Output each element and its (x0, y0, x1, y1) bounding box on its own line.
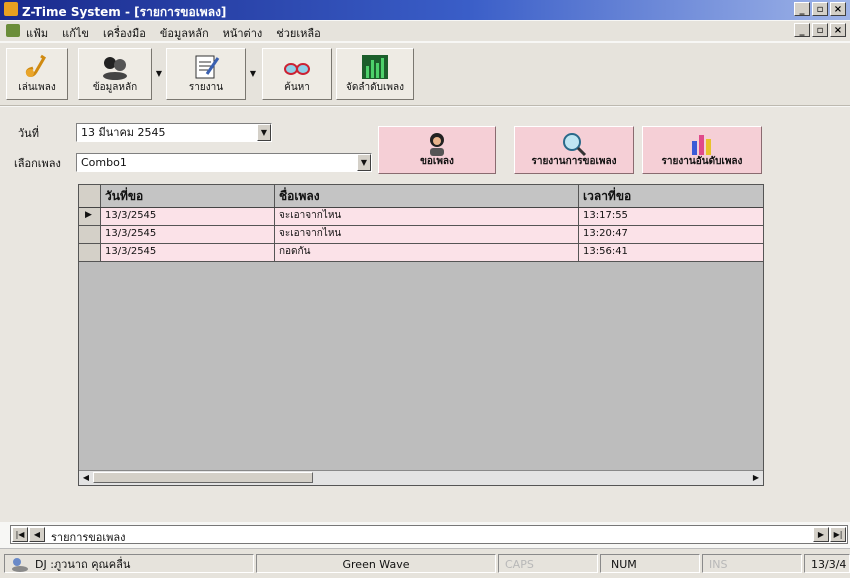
status-user-text: DJ :ภูวนาถ คุณคลื่น (35, 558, 131, 571)
document-icon[interactable] (6, 24, 20, 37)
scroll-right-icon[interactable]: ▶ (749, 471, 763, 484)
chevron-down-icon[interactable]: ▼ (357, 154, 371, 171)
status-bar: DJ :ภูวนาถ คุณคลื่น Green Wave CAPS NUM … (0, 548, 850, 578)
navigator-caption: รายการขอเพลง (51, 531, 126, 544)
maximize-button[interactable]: ▫ (812, 2, 828, 16)
song-ranking-button[interactable]: จัดลำดับเพลง (336, 48, 414, 100)
window-controls: _ ▫ × (794, 2, 846, 16)
status-num: NUM (600, 554, 700, 573)
report-label: รายงาน (188, 82, 224, 93)
glasses-icon (284, 63, 310, 75)
user-icon (12, 558, 28, 572)
search-label: ค้นหา (284, 82, 310, 93)
title-bar: Z-Time System - [รายการขอเพลง] _ ▫ × (0, 0, 850, 20)
report-icon (195, 55, 220, 79)
song-name-cell[interactable]: จะเอาจากไหน (275, 226, 579, 243)
request-grid[interactable]: วันที่ขอ ชื่อเพลง เวลาที่ขอ ▶ 13/3/2545 … (78, 184, 764, 486)
song-select-label: เลือกเพลง (14, 157, 61, 170)
header-indicator (79, 185, 101, 207)
request-time-cell[interactable]: 13:17:55 (579, 208, 763, 225)
mdi-controls: _ ▫ × (794, 23, 846, 37)
play-song-button[interactable]: เล่นเพลง (6, 48, 68, 100)
row-indicator (79, 244, 101, 261)
rank-report-label: รายงานอันดับเพลง (661, 156, 743, 167)
saxophone-icon (25, 54, 47, 77)
window-title: Z-Time System - [รายการขอเพลง] (22, 5, 227, 19)
request-song-label: ขอเพลง (420, 156, 454, 167)
request-date-cell[interactable]: 13/3/2545 (101, 226, 275, 243)
table-row[interactable]: 13/3/2545 กอดกัน 13:56:41 (79, 244, 763, 262)
play-song-label: เล่นเพลง (18, 82, 56, 93)
app-icon[interactable] (4, 2, 18, 16)
date-label: วันที่ (18, 127, 39, 140)
search-button[interactable]: ค้นหา (262, 48, 332, 100)
date-value: 13 มีนาคม 2545 (81, 126, 166, 139)
song-ranking-label: จัดลำดับเพลง (346, 82, 404, 93)
ranking-chart-icon (362, 55, 388, 79)
people-icon (103, 57, 127, 80)
row-indicator (79, 226, 101, 243)
request-report-label: รายงานการขอเพลง (531, 156, 617, 167)
status-ins: INS (702, 554, 802, 573)
current-row-indicator: ▶ (79, 208, 101, 225)
scrollbar-thumb[interactable] (93, 472, 313, 483)
table-row[interactable]: 13/3/2545 จะเอาจากไหน 13:20:47 (79, 226, 763, 244)
status-caps: CAPS (498, 554, 598, 573)
minimize-button[interactable]: _ (794, 2, 810, 16)
status-user: DJ :ภูวนาถ คุณคลื่น (4, 554, 254, 573)
chevron-down-icon[interactable]: ▼ (257, 124, 271, 141)
grid-header: วันที่ขอ ชื่อเพลง เวลาที่ขอ (79, 185, 763, 208)
column-header-request-time[interactable]: เวลาที่ขอ (579, 185, 763, 207)
menu-tools[interactable]: เครื่องมือ (103, 24, 146, 42)
record-navigator: |◀ ◀ รายการขอเพลง ▶ ▶| (10, 525, 848, 544)
song-name-cell[interactable]: จะเอาจากไหน (275, 208, 579, 225)
menu-edit[interactable]: แก้ไข (62, 24, 89, 42)
next-record-button[interactable]: ▶ (813, 527, 829, 542)
request-date-cell[interactable]: 13/3/2545 (101, 208, 275, 225)
request-time-cell[interactable]: 13:20:47 (579, 226, 763, 243)
rank-report-button[interactable]: รายงานอันดับเพลง (642, 126, 762, 174)
first-record-button[interactable]: |◀ (12, 527, 28, 542)
request-time-cell[interactable]: 13:56:41 (579, 244, 763, 261)
menu-file[interactable]: แฟ้ม (26, 24, 48, 42)
request-date-cell[interactable]: 13/3/2545 (101, 244, 275, 261)
scroll-left-icon[interactable]: ◀ (79, 471, 93, 484)
status-station: Green Wave (256, 554, 496, 573)
song-name-cell[interactable]: กอดกัน (275, 244, 579, 261)
menu-window[interactable]: หน้าต่าง (223, 24, 263, 42)
close-button[interactable]: × (830, 2, 846, 16)
toolbar: เล่นเพลง ข้อมูลหลัก ▼ รายงาน ▼ ค้นหา จัด… (0, 43, 850, 106)
menu-help[interactable]: ช่วยเหลือ (276, 24, 320, 42)
song-select-value: Combo1 (81, 156, 127, 169)
menu-master-data[interactable]: ข้อมูลหลัก (160, 24, 209, 42)
master-data-label: ข้อมูลหลัก (92, 82, 138, 93)
column-header-song-name[interactable]: ชื่อเพลง (275, 185, 579, 207)
mdi-close-button[interactable]: × (830, 23, 846, 37)
table-row[interactable]: ▶ 13/3/2545 จะเอาจากไหน 13:17:55 (79, 208, 763, 226)
report-dropdown[interactable]: ▼ (248, 48, 258, 100)
request-song-button[interactable]: ขอเพลง (378, 126, 496, 174)
request-report-button[interactable]: รายงานการขอเพลง (514, 126, 634, 174)
mdi-restore-button[interactable]: ▫ (812, 23, 828, 37)
mdi-minimize-button[interactable]: _ (794, 23, 810, 37)
date-picker[interactable]: 13 มีนาคม 2545 ▼ (76, 123, 272, 142)
horizontal-scrollbar[interactable]: ◀ ▶ (79, 470, 763, 485)
report-button[interactable]: รายงาน (166, 48, 246, 100)
master-data-dropdown[interactable]: ▼ (154, 48, 164, 100)
status-date: 13/3/4 (804, 554, 850, 573)
menu-bar: แฟ้ม แก้ไข เครื่องมือ ข้อมูลหลัก หน้าต่า… (0, 21, 850, 41)
previous-record-button[interactable]: ◀ (29, 527, 45, 542)
last-record-button[interactable]: ▶| (830, 527, 846, 542)
column-header-request-date[interactable]: วันที่ขอ (101, 185, 275, 207)
master-data-button[interactable]: ข้อมูลหลัก (78, 48, 152, 100)
song-select[interactable]: Combo1 ▼ (76, 153, 372, 172)
